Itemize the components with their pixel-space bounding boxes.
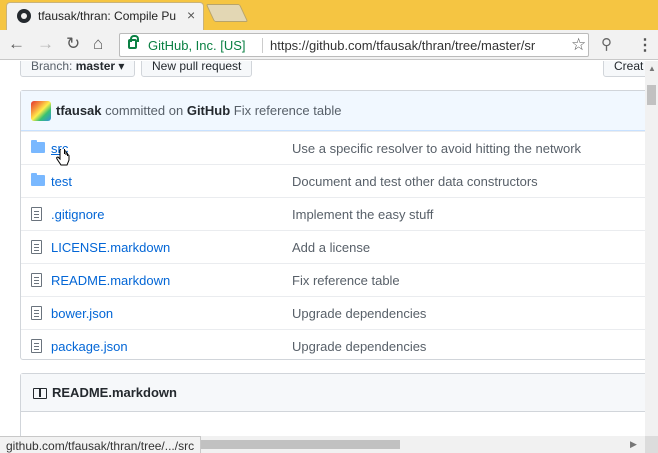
address-bar[interactable]: GitHub, Inc. [US] https://github.com/tfa… bbox=[119, 33, 589, 57]
bookmark-star-icon[interactable]: ☆ bbox=[571, 35, 586, 55]
back-arrow-icon[interactable]: ← bbox=[8, 35, 25, 53]
avatar[interactable] bbox=[31, 101, 51, 121]
file-commit-message[interactable]: Upgrade dependencies bbox=[292, 306, 426, 321]
file-row[interactable]: bower.json Upgrade dependencies bbox=[21, 296, 645, 329]
new-pull-request-button[interactable]: New pull request bbox=[141, 61, 253, 77]
file-name-link[interactable]: test bbox=[51, 174, 72, 189]
file-icon bbox=[31, 339, 42, 353]
file-icon bbox=[31, 306, 42, 320]
horizontal-scrollbar[interactable]: ▶ bbox=[200, 436, 658, 453]
commit-author[interactable]: tfausak bbox=[56, 103, 102, 118]
file-commit-message[interactable]: Use a specific resolver to avoid hitting… bbox=[292, 141, 581, 156]
browser-tab[interactable]: tfausak/thran: Compile Pu × bbox=[6, 2, 204, 30]
file-row[interactable]: package.json Upgrade dependencies bbox=[21, 329, 645, 362]
home-icon[interactable]: ⌂ bbox=[93, 35, 103, 53]
file-row[interactable]: LICENSE.markdown Add a license bbox=[21, 230, 645, 263]
file-row[interactable]: src Use a specific resolver to avoid hit… bbox=[21, 131, 645, 164]
lock-icon bbox=[128, 35, 139, 49]
folder-icon bbox=[31, 173, 45, 186]
branch-name: master bbox=[75, 61, 116, 73]
divider bbox=[262, 38, 263, 53]
latest-commit: tfausak committed on GitHub Fix referenc… bbox=[21, 91, 645, 131]
file-row[interactable]: .gitignore Implement the easy stuff bbox=[21, 197, 645, 230]
file-commit-message[interactable]: Document and test other data constructor… bbox=[292, 174, 538, 189]
file-name-link[interactable]: bower.json bbox=[51, 306, 113, 321]
hand-pointer-cursor-icon bbox=[56, 149, 70, 166]
vertical-scrollbar[interactable]: ▲ bbox=[645, 61, 658, 436]
new-tab-button[interactable] bbox=[205, 4, 249, 22]
browser-toolbar: ← → ↻ ⌂ GitHub, Inc. [US] https://github… bbox=[0, 30, 658, 60]
extension-icon[interactable]: ⚲ bbox=[601, 35, 612, 53]
file-name-link[interactable]: package.json bbox=[51, 339, 128, 354]
file-name-link[interactable]: .gitignore bbox=[51, 207, 104, 222]
commit-summary: tfausak committed on GitHub Fix referenc… bbox=[56, 103, 341, 118]
branch-select-button[interactable]: Branch: master ▾ bbox=[20, 61, 136, 77]
branch-label: Branch: bbox=[31, 61, 73, 73]
create-file-button[interactable]: Creat bbox=[603, 61, 645, 77]
github-icon bbox=[17, 9, 31, 23]
tab-strip: tfausak/thran: Compile Pu × bbox=[0, 0, 658, 30]
caret-down-icon: ▾ bbox=[118, 61, 125, 73]
status-bar-url: github.com/tfausak/thran/tree/.../src bbox=[0, 436, 202, 453]
readme-header: README.markdown bbox=[21, 374, 645, 412]
url-text[interactable]: https://github.com/tfausak/thran/tree/ma… bbox=[270, 38, 570, 53]
forward-arrow-icon[interactable]: → bbox=[37, 35, 54, 53]
scroll-up-icon[interactable]: ▲ bbox=[648, 64, 656, 73]
scroll-thumb[interactable] bbox=[647, 85, 656, 105]
commit-via: GitHub bbox=[186, 103, 231, 118]
file-list: tfausak committed on GitHub Fix referenc… bbox=[20, 90, 645, 360]
file-commit-message[interactable]: Upgrade dependencies bbox=[292, 339, 426, 354]
readme-title: README.markdown bbox=[52, 385, 177, 400]
reload-icon[interactable]: ↻ bbox=[66, 35, 80, 53]
file-commit-message[interactable]: Fix reference table bbox=[292, 273, 400, 288]
file-row[interactable]: test Document and test other data constr… bbox=[21, 164, 645, 197]
file-icon bbox=[31, 240, 42, 254]
close-tab-icon[interactable]: × bbox=[187, 7, 195, 23]
commit-verb: committed on bbox=[105, 103, 184, 118]
security-label: GitHub, Inc. [US] bbox=[148, 38, 246, 53]
page-content: Branch: master ▾ New pull request Creat … bbox=[0, 61, 645, 436]
file-icon bbox=[31, 207, 42, 221]
readme-box: README.markdown bbox=[20, 373, 645, 436]
file-commit-message[interactable]: Implement the easy stuff bbox=[292, 207, 433, 222]
folder-icon bbox=[31, 140, 45, 153]
scroll-right-icon[interactable]: ▶ bbox=[630, 439, 637, 450]
scrollbar-corner bbox=[645, 436, 658, 453]
file-name-link[interactable]: LICENSE.markdown bbox=[51, 240, 170, 255]
commit-message[interactable]: Fix reference table bbox=[234, 103, 342, 118]
scroll-thumb[interactable] bbox=[200, 440, 400, 449]
file-name-link[interactable]: README.markdown bbox=[51, 273, 170, 288]
menu-kebab-icon[interactable]: ⋮ bbox=[637, 35, 653, 55]
book-icon bbox=[33, 388, 47, 399]
file-icon bbox=[31, 273, 42, 287]
file-row[interactable]: README.markdown Fix reference table bbox=[21, 263, 645, 296]
file-commit-message[interactable]: Add a license bbox=[292, 240, 370, 255]
tab-title: tfausak/thran: Compile Pu bbox=[38, 9, 177, 23]
